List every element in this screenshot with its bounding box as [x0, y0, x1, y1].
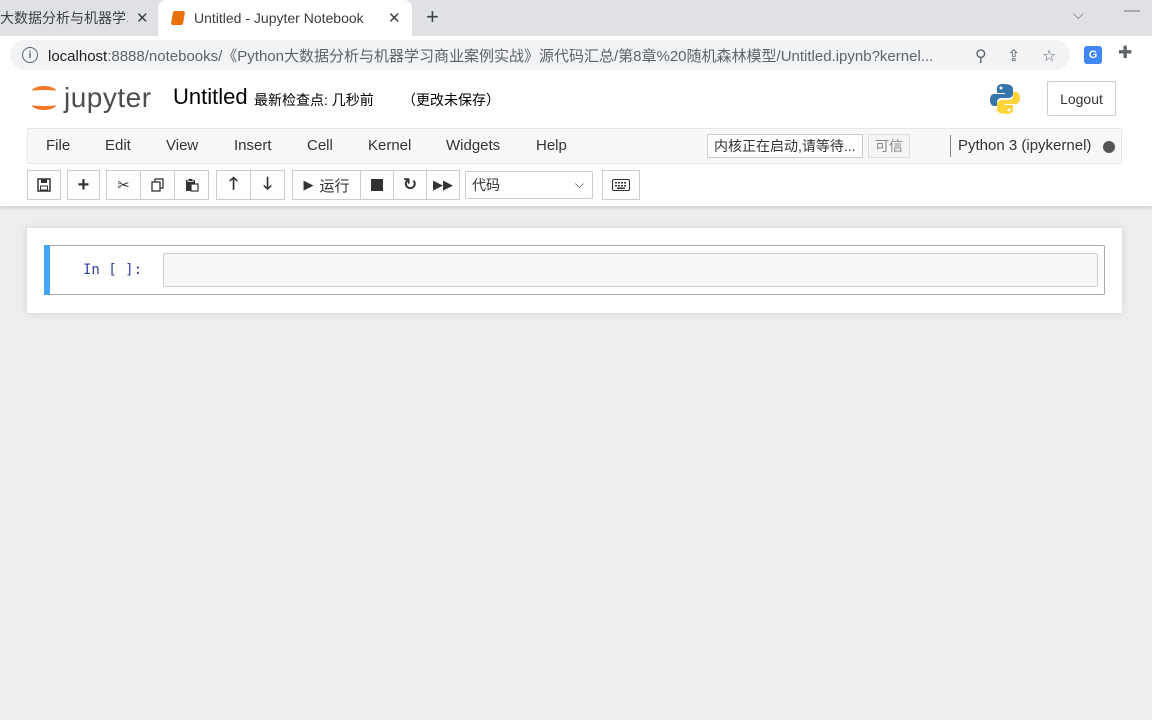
menu-file[interactable]: File: [46, 137, 70, 154]
restart-run-all-button[interactable]: ▶▶: [426, 170, 460, 200]
notebook-title[interactable]: Untitled: [173, 84, 248, 110]
run-button[interactable]: ▶ 运行: [292, 170, 361, 200]
tab-title: Untitled - Jupyter Notebook: [194, 10, 364, 26]
restart-icon: ↻: [402, 175, 418, 194]
trusted-indicator[interactable]: 可信: [868, 134, 910, 158]
save-button[interactable]: [27, 170, 61, 200]
menu-cell[interactable]: Cell: [307, 137, 333, 154]
logout-button[interactable]: Logout: [1047, 81, 1116, 116]
notebook-favicon-icon: [170, 11, 186, 25]
translate-extension-icon[interactable]: G: [1084, 46, 1102, 64]
kernel-idle-indicator-icon: [1103, 141, 1115, 153]
jupyter-header: jupyter Untitled 最新检查点: 几秒前 （更改未保存） Logo…: [0, 74, 1152, 128]
arrow-up-icon: 🡑: [229, 173, 238, 193]
input-prompt: In [ ]:: [83, 262, 143, 278]
play-icon: ▶: [303, 177, 314, 192]
kernel-separator: [950, 135, 951, 157]
kernel-status-indicator: 内核正在启动,请等待...: [707, 134, 863, 158]
zoom-icon[interactable]: ⚲: [975, 46, 987, 66]
stop-icon: [371, 179, 383, 191]
tab-title: 大数据分析与机器学习: [0, 10, 128, 26]
jupyter-logo[interactable]: jupyter: [30, 82, 152, 114]
command-palette-button[interactable]: [602, 170, 640, 200]
tab-search-chevron-icon[interactable]: ⌵: [1073, 6, 1084, 23]
copy-button[interactable]: [140, 170, 175, 200]
move-down-button[interactable]: 🡓: [250, 170, 285, 200]
url-host: localhost: [48, 47, 108, 65]
browser-tab-active[interactable]: Untitled - Jupyter Notebook ✕: [158, 0, 412, 36]
chevron-down-icon: ⌵: [574, 177, 584, 191]
cell-type-select[interactable]: 代码 ⌵: [465, 171, 593, 199]
menu-help[interactable]: Help: [536, 137, 567, 154]
paste-button[interactable]: [174, 170, 209, 200]
bookmark-star-icon[interactable]: ☆: [1042, 46, 1056, 66]
menu-edit[interactable]: Edit: [105, 137, 131, 154]
restart-button[interactable]: ↻: [393, 170, 427, 200]
arrow-down-icon: 🡓: [263, 173, 272, 193]
url-path: :8888/notebooks/《Python大数据分析与机器学习商业案例实战》…: [107, 47, 934, 65]
save-icon: [37, 178, 51, 192]
menu-insert[interactable]: Insert: [234, 137, 272, 154]
browser-tab-bar: 大数据分析与机器学习 ✕ Untitled - Jupyter Notebook…: [0, 0, 1152, 36]
selected-cell-indicator: [44, 245, 50, 295]
paste-icon: [185, 178, 199, 192]
logo-text: jupyter: [64, 82, 152, 113]
share-icon[interactable]: ⇪: [1007, 46, 1020, 66]
interrupt-button[interactable]: [360, 170, 394, 200]
run-label: 运行: [319, 177, 350, 195]
move-up-button[interactable]: 🡑: [216, 170, 251, 200]
cut-button[interactable]: ✂: [106, 170, 141, 200]
notebook-container: In [ ]:: [27, 228, 1122, 313]
plus-icon: +: [77, 173, 90, 196]
omnibox[interactable]: i localhost:8888/notebooks/《Python大数据分析与…: [10, 40, 1070, 70]
python-logo-icon: [990, 84, 1020, 114]
kernel-name[interactable]: Python 3 (ipykernel): [958, 137, 1091, 154]
keyboard-icon: [612, 179, 630, 191]
new-tab-button[interactable]: +: [426, 4, 439, 30]
insert-cell-button[interactable]: +: [67, 170, 100, 200]
menubar: File Edit View Insert Cell Kernel Widget…: [27, 128, 1122, 164]
code-cell[interactable]: In [ ]:: [44, 245, 1105, 295]
unsaved-indicator: （更改未保存）: [402, 92, 500, 108]
url-text[interactable]: localhost:8888/notebooks/《Python大数据分析与机器…: [48, 45, 968, 66]
extensions-puzzle-icon[interactable]: ✚: [1118, 43, 1136, 62]
jupyter-logo-icon: [30, 82, 58, 114]
menubar-container: File Edit View Insert Cell Kernel Widget…: [0, 128, 1152, 206]
menu-widgets[interactable]: Widgets: [446, 137, 500, 154]
code-input-editor[interactable]: [163, 253, 1098, 287]
cell-type-value: 代码: [472, 177, 500, 193]
copy-icon: [150, 178, 164, 192]
browser-address-bar: i localhost:8888/notebooks/《Python大数据分析与…: [0, 36, 1152, 74]
close-icon[interactable]: ✕: [388, 9, 401, 27]
minimize-icon[interactable]: —: [1124, 2, 1140, 20]
fast-forward-icon: ▶▶: [433, 177, 453, 192]
checkpoint-status: 最新检查点: 几秒前: [254, 92, 374, 108]
toolbar: + ✂ 🡑 🡓 ▶ 运行 ↻ ▶▶ 代码 ⌵: [27, 170, 1122, 200]
menu-view[interactable]: View: [166, 137, 198, 154]
site-info-icon[interactable]: i: [22, 47, 38, 63]
scissors-icon: ✂: [117, 177, 130, 194]
close-icon[interactable]: ✕: [136, 9, 149, 27]
browser-tab-inactive[interactable]: 大数据分析与机器学习 ✕: [0, 0, 158, 36]
menu-kernel[interactable]: Kernel: [368, 137, 411, 154]
